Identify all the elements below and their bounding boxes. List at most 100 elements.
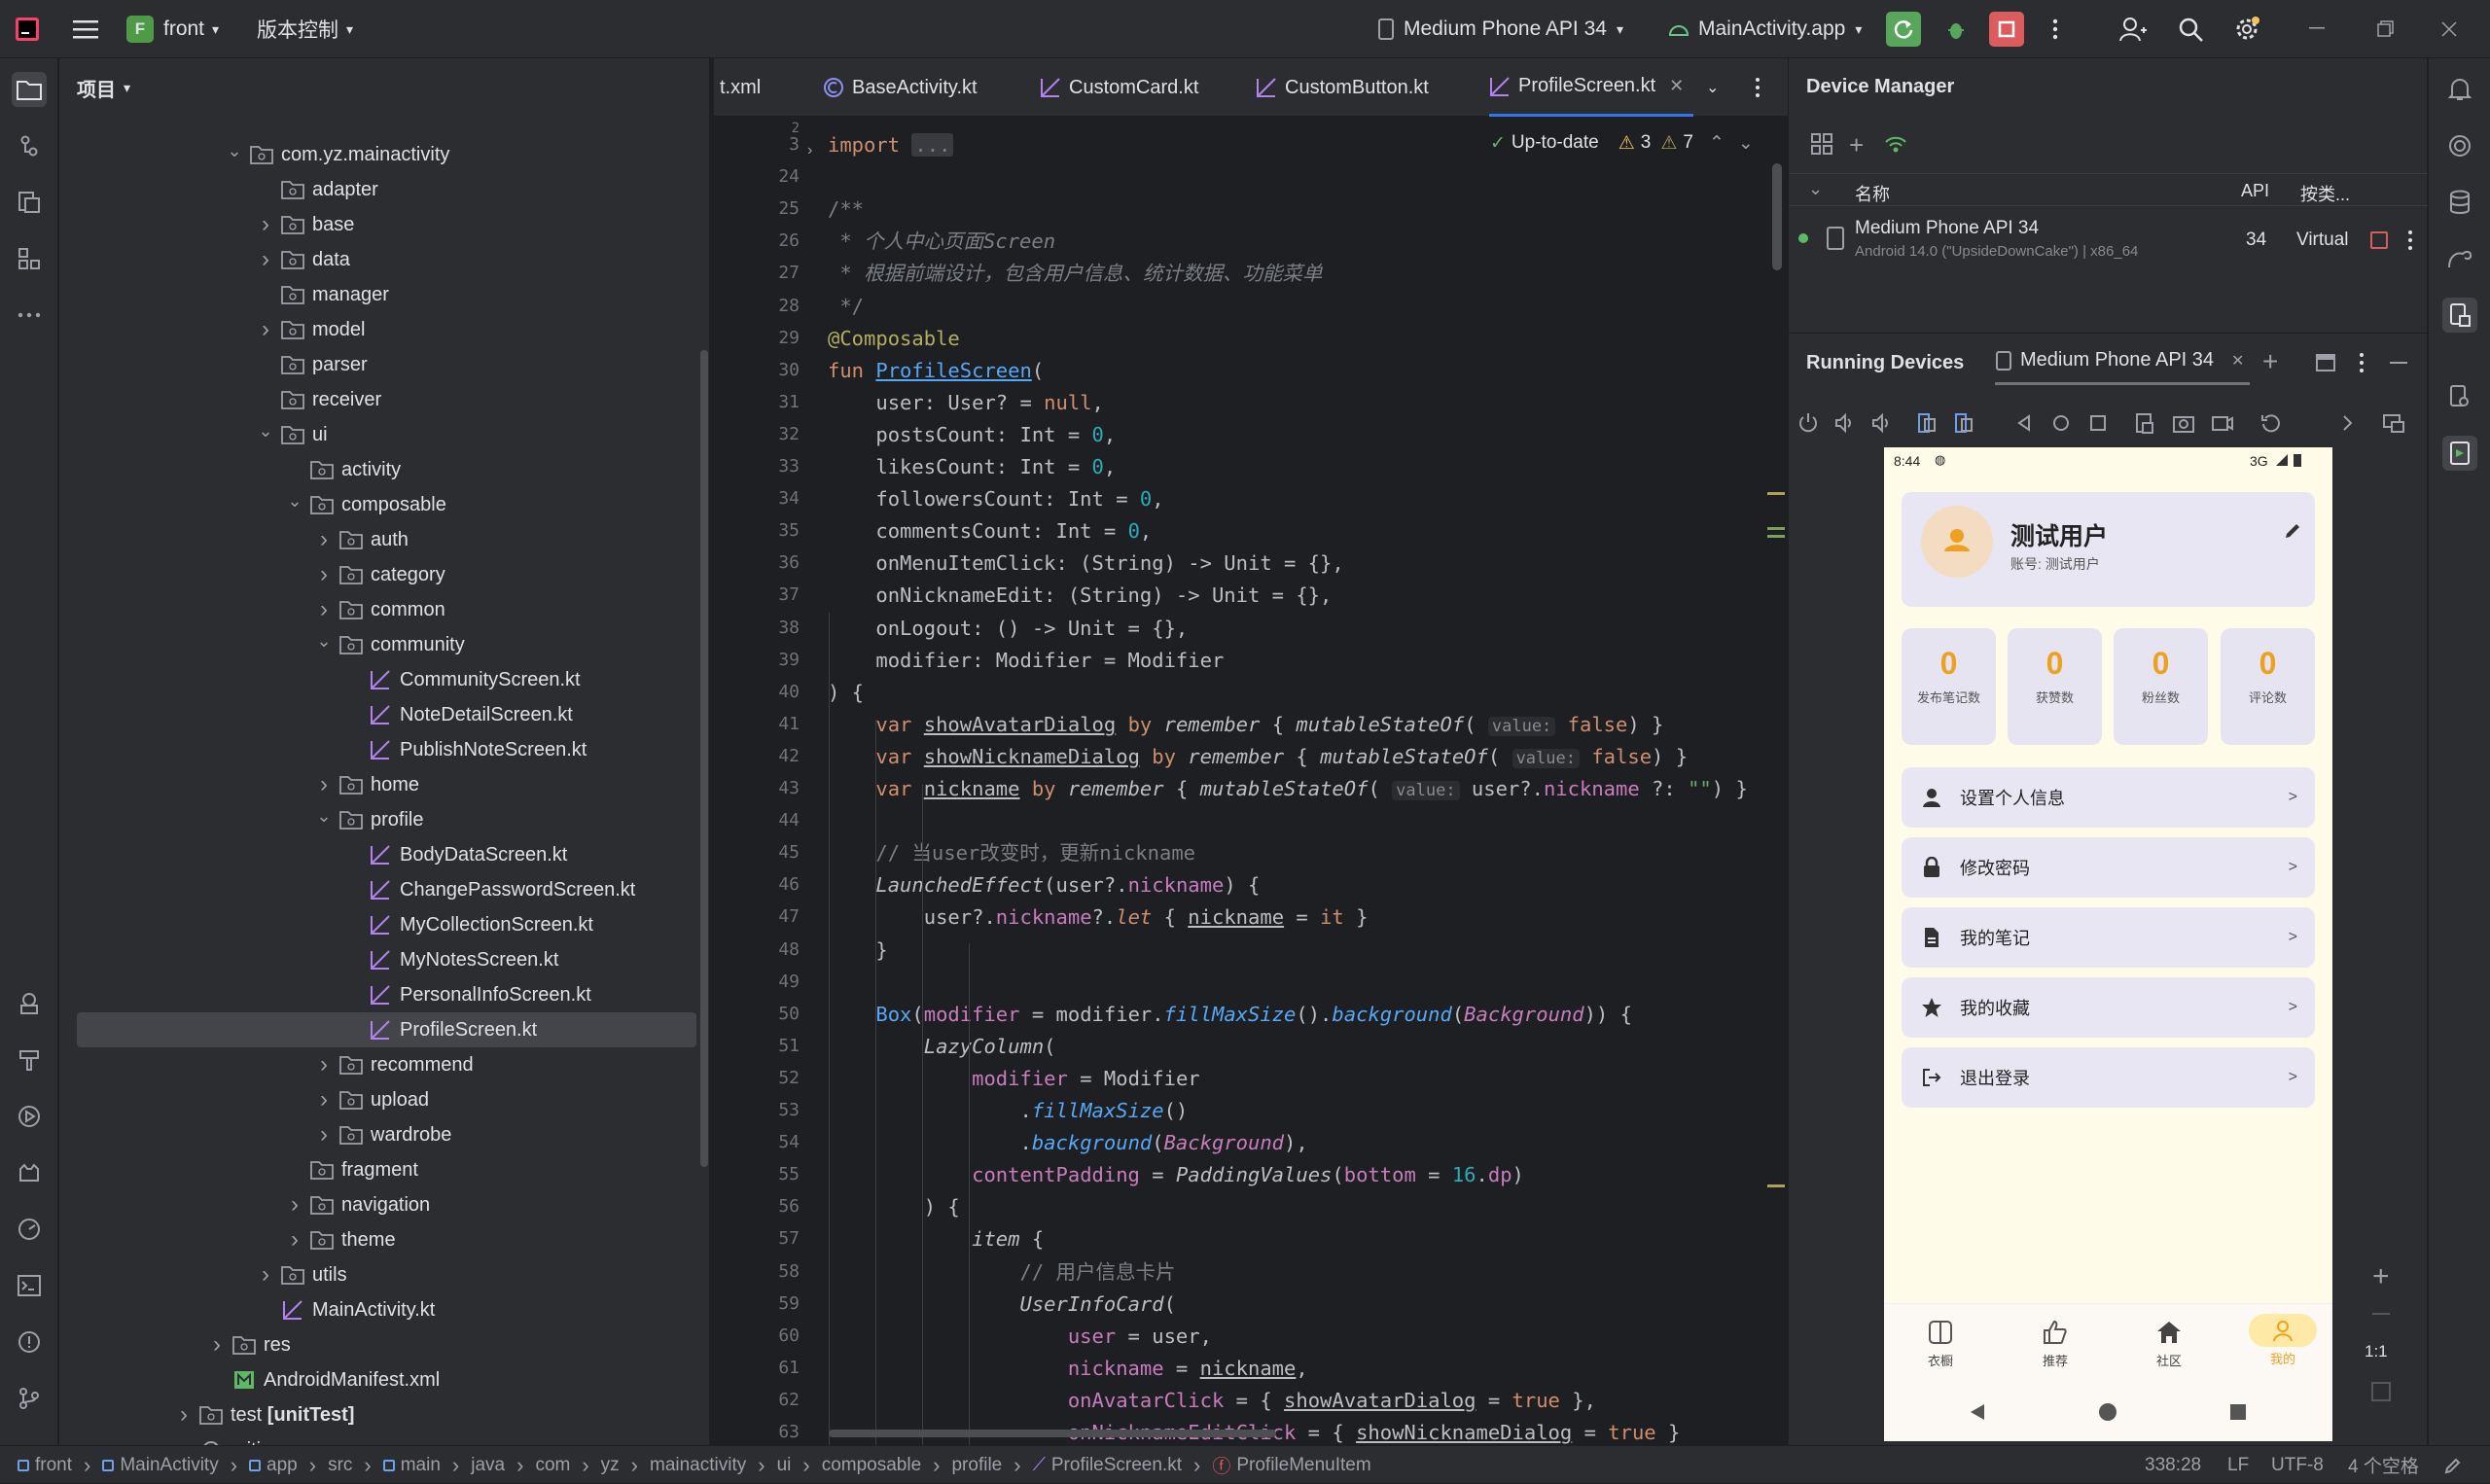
code-line[interactable]: .background(Background), <box>828 1127 1307 1159</box>
tree-item[interactable]: › wardrobe <box>59 1117 696 1152</box>
chevron-right-icon[interactable]: › <box>314 1086 334 1113</box>
chevron-right-icon[interactable]: › <box>285 1226 304 1253</box>
problems-icon[interactable] <box>12 1325 47 1360</box>
screen-record-icon[interactable] <box>2211 411 2234 435</box>
warning-stripe-marker[interactable] <box>1767 492 1785 495</box>
chevron-down-icon[interactable]: ⌄ <box>314 806 334 826</box>
tree-item[interactable]: PublishNoteScreen.kt <box>59 732 696 767</box>
back-icon[interactable] <box>1968 1402 1987 1422</box>
tree-item[interactable]: MyNotesScreen.kt <box>59 942 696 977</box>
tree-item[interactable]: AndroidManifest.xml <box>59 1362 696 1397</box>
zoom-in-icon[interactable]: + <box>2372 1260 2390 1293</box>
code-line[interactable]: user = user, <box>828 1321 1212 1353</box>
code-line[interactable]: onLogout: () -> Unit = {}, <box>828 613 1188 645</box>
tree-item[interactable]: CommunityScreen.kt <box>59 662 696 697</box>
menu-item-personal-info[interactable]: 设置个人信息 > <box>1902 767 2315 828</box>
breadcrumb-item[interactable]: ProfileScreen.kt <box>1051 1455 1182 1476</box>
power-icon[interactable] <box>1796 411 1820 435</box>
window-layout-icon[interactable] <box>2316 354 2335 371</box>
tree-item[interactable]: › common <box>59 592 696 627</box>
code-line[interactable]: item { <box>828 1223 1044 1255</box>
device-row[interactable]: Medium Phone API 34 Android 14.0 ("Upsid… <box>1789 208 2428 272</box>
code-line[interactable]: Box(modifier = modifier.fillMaxSize().ba… <box>828 999 1632 1031</box>
code-line[interactable]: LaunchedEffect(user?.nickname) { <box>828 869 1260 901</box>
edit-pencil-icon[interactable] <box>2283 521 2302 541</box>
col-name[interactable]: 名称 <box>1855 181 1890 206</box>
chevron-right-icon[interactable]: › <box>314 561 334 587</box>
app-inspection-icon[interactable] <box>12 1212 47 1247</box>
chevron-down-icon[interactable]: ⌄ <box>256 421 275 441</box>
tree-item[interactable]: ⌄ profile <box>59 802 696 837</box>
nav-mine[interactable]: 我的 <box>2236 1312 2330 1376</box>
warning-stripe-marker[interactable] <box>1767 527 1785 530</box>
recents-icon[interactable] <box>2229 1403 2247 1421</box>
next-highlight-icon[interactable]: ⌄ <box>1738 132 1754 155</box>
nav-recommend[interactable]: 推荐 <box>2009 1312 2102 1376</box>
indent-setting[interactable]: 4 个空格 <box>2348 1446 2419 1484</box>
breadcrumb-item[interactable]: app <box>267 1455 298 1476</box>
chevron-right-icon[interactable]: › <box>256 1261 275 1288</box>
structure-icon[interactable] <box>12 241 47 276</box>
emulator-screen[interactable]: 8:44 ◍ 3G 测试用户 账号: 测试用户 0 发布笔记数 0 获赞数 0 粉丝数… <box>1884 447 2332 1441</box>
tree-item[interactable]: MainActivity.kt <box>59 1292 696 1327</box>
stop-device-icon[interactable] <box>2370 231 2388 249</box>
code-line[interactable]: postsCount: Int = 0, <box>828 419 1116 451</box>
chevron-right-icon[interactable]: › <box>174 1401 194 1428</box>
volume-down-icon[interactable] <box>1870 411 1894 435</box>
tree-item[interactable]: › recommend <box>59 1047 696 1082</box>
back-icon[interactable] <box>2012 411 2036 435</box>
menu-item-change-password[interactable]: 修改密码 > <box>1902 837 2315 898</box>
tree-item[interactable]: › category <box>59 557 696 592</box>
breadcrumb-item[interactable]: src <box>328 1455 352 1476</box>
tab-xml[interactable]: t.xml <box>720 58 761 117</box>
tree-item[interactable]: › upload <box>59 1082 696 1117</box>
search-icon[interactable] <box>2173 12 2208 47</box>
main-menu-icon[interactable] <box>68 12 103 47</box>
stat-followers[interactable]: 0 粉丝数 <box>2114 628 2208 745</box>
run-icon[interactable] <box>12 1099 47 1134</box>
tree-item[interactable]: ⌄ composable <box>59 487 696 522</box>
running-device-tab[interactable]: Medium Phone API 34 ✕ <box>1995 338 2251 385</box>
code-line[interactable]: // 当user改变时，更新nickname <box>828 837 1195 869</box>
code-area[interactable]: import ... /** * 个人中心页面Screen * 根据前端设计，包含… <box>828 117 1761 1445</box>
tree-item[interactable]: NoteDetailScreen.kt <box>59 697 696 732</box>
rerun-icon[interactable] <box>1886 12 1921 47</box>
zoom-out-icon[interactable] <box>2372 1313 2390 1315</box>
add-user-icon[interactable] <box>2116 12 2151 47</box>
code-line[interactable]: var showAvatarDialog by remember { mutab… <box>828 709 1663 741</box>
running-more-icon[interactable] <box>2359 352 2365 373</box>
tree-item[interactable]: ChangePasswordScreen.kt <box>59 872 696 907</box>
tree-item[interactable]: fragment <box>59 1152 696 1187</box>
code-line[interactable]: ) { <box>828 1191 960 1223</box>
nav-community[interactable]: 社区 <box>2122 1312 2216 1376</box>
rotate-left-icon[interactable] <box>1915 411 1939 435</box>
project-scrollbar[interactable] <box>700 350 708 1167</box>
warning-stripe-marker[interactable] <box>1767 1184 1785 1187</box>
code-line[interactable]: ) { <box>828 677 864 709</box>
fold-chevron-icon[interactable]: › <box>807 142 812 159</box>
tree-item[interactable]: activity <box>59 452 696 487</box>
resource-manager-icon[interactable] <box>12 185 47 220</box>
menu-item-my-collection[interactable]: 我的收藏 > <box>1902 977 2315 1038</box>
tree-item[interactable]: › res <box>59 1327 696 1362</box>
notifications-bell-icon[interactable] <box>2442 72 2477 107</box>
inspection-widget[interactable]: ✓ Up-to-date ⚠ 3 ⚠ 7 ⌃ ⌄ <box>1490 128 1754 158</box>
code-line[interactable]: onMenuItemClick: (String) -> Unit = {}, <box>828 548 1343 580</box>
code-line[interactable]: /** <box>828 194 864 226</box>
stat-comments[interactable]: 0 评论数 <box>2221 628 2315 745</box>
chevron-right-icon[interactable]: › <box>314 771 334 797</box>
tree-item[interactable]: › test [unitTest] <box>59 1397 696 1432</box>
chevron-down-icon[interactable]: ⌄ <box>285 491 304 511</box>
tree-item[interactable]: ProfileScreen.kt <box>77 1012 696 1047</box>
project-folder-icon[interactable] <box>12 72 47 107</box>
file-encoding[interactable]: UTF-8 <box>2271 1446 2324 1484</box>
more-tools-icon[interactable] <box>12 298 47 333</box>
col-type[interactable]: 按类... <box>2300 181 2350 206</box>
chevron-right-icon[interactable]: › <box>285 1191 304 1218</box>
nav-wardrobe[interactable]: 衣橱 <box>1894 1312 1987 1376</box>
overview-square-icon[interactable] <box>2086 411 2110 435</box>
tree-item[interactable]: adapter <box>59 172 696 207</box>
rotate-right-icon[interactable] <box>1952 411 1975 435</box>
stat-posts[interactable]: 0 发布笔记数 <box>1902 628 1996 745</box>
minimize-icon[interactable] <box>2300 12 2335 47</box>
